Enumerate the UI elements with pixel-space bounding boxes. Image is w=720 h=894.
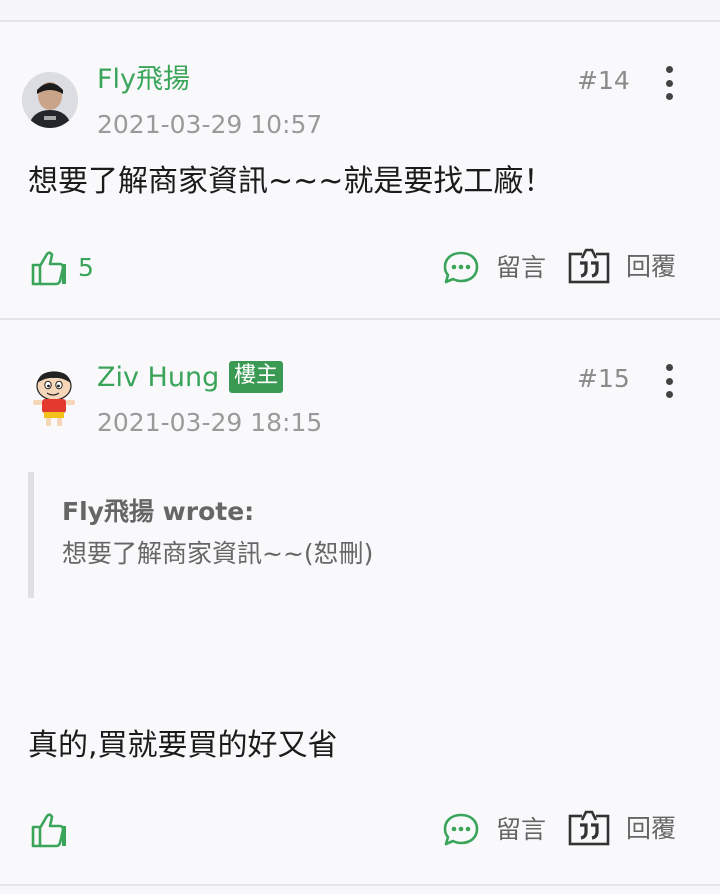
dot bbox=[665, 79, 673, 87]
reply-label: 回覆 bbox=[626, 814, 677, 843]
post-14: Fly飛揚 #14 2021-03-29 10:57 想要了解商家資訊~~~就是… bbox=[0, 22, 720, 318]
comment-button[interactable]: 留言 bbox=[442, 812, 546, 848]
reply-button[interactable]: 回覆 bbox=[568, 248, 676, 286]
post-content: 真的,買就要買的好又省 bbox=[28, 728, 338, 763]
op-badge: 樓主 bbox=[229, 361, 284, 393]
post-time: 2021-03-29 18:15 bbox=[97, 408, 323, 437]
post-content: 想要了解商家資訊~~~就是要找工廠！ bbox=[28, 164, 554, 199]
quote-reply-icon bbox=[568, 248, 610, 284]
reply-label: 回覆 bbox=[626, 252, 677, 281]
floor-number: #15 bbox=[577, 364, 630, 393]
author-name[interactable]: Fly飛揚 bbox=[97, 64, 190, 96]
quote-reply-icon bbox=[568, 810, 610, 846]
avatar[interactable] bbox=[28, 368, 80, 428]
comment-button[interactable]: 留言 bbox=[442, 250, 546, 286]
like-count: 5 bbox=[78, 253, 94, 282]
thumbs-up-icon bbox=[31, 813, 66, 848]
post-time: 2021-03-29 10:57 bbox=[97, 110, 323, 139]
bottom-divider bbox=[0, 884, 720, 886]
post-15: Ziv Hung 樓主 #15 2021-03-29 18:15 Fly飛揚 w… bbox=[0, 320, 720, 884]
like-button[interactable] bbox=[30, 812, 70, 848]
more-options-button[interactable] bbox=[657, 364, 681, 398]
dot bbox=[665, 66, 673, 73]
thumbs-up-icon bbox=[31, 251, 66, 286]
quote-block: Fly飛揚 wrote: 想要了解商家資訊~~(恕刪) bbox=[28, 472, 684, 598]
comment-label: 留言 bbox=[496, 815, 547, 844]
author-name[interactable]: Ziv Hung bbox=[97, 362, 219, 394]
user-photo-icon bbox=[22, 72, 78, 128]
dot bbox=[665, 93, 673, 100]
dot bbox=[665, 391, 673, 398]
reply-button[interactable]: 回覆 bbox=[568, 810, 676, 848]
cartoon-character-icon bbox=[33, 371, 75, 426]
floor-number: #14 bbox=[577, 66, 630, 95]
quote-author: Fly飛揚 wrote: bbox=[62, 497, 255, 526]
comment-bubble-icon bbox=[443, 251, 479, 284]
like-button[interactable]: 5 bbox=[30, 250, 94, 286]
comment-bubble-icon bbox=[443, 813, 479, 846]
dot bbox=[665, 377, 673, 385]
more-options-button[interactable] bbox=[657, 66, 681, 100]
dot bbox=[665, 364, 673, 371]
avatar[interactable] bbox=[22, 72, 78, 128]
quote-text: 想要了解商家資訊~~(恕刪) bbox=[62, 539, 374, 568]
comment-label: 留言 bbox=[496, 253, 547, 282]
